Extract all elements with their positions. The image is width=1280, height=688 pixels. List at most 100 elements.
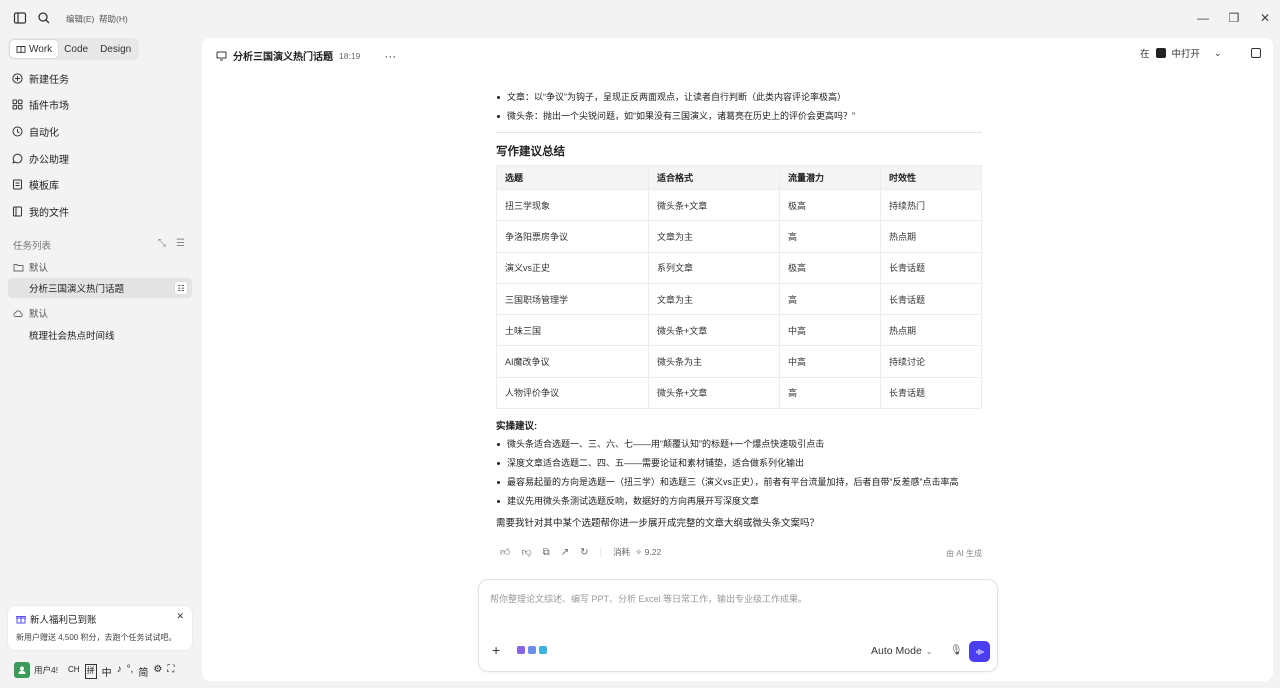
- copy-icon[interactable]: ⧉: [543, 547, 550, 558]
- thumbs-down-icon[interactable]: 👎︎: [521, 546, 531, 558]
- table-header-row: 选题 适合格式 流量潜力 时效性: [496, 165, 982, 190]
- ime-item[interactable]: ⚙: [153, 664, 162, 679]
- waveform-icon: [975, 648, 984, 655]
- title-bar: 编辑(E) 帮助(H) — ❐ ✕: [0, 0, 1280, 36]
- grid-icon: [12, 99, 23, 109]
- ime-item[interactable]: 拼: [84, 664, 97, 679]
- table-cell: 文章为主: [648, 220, 780, 253]
- prompt-input[interactable]: 帮你整理论文综述、编写 PPT、分析 Excel 等日常工作，输出专业级工作成果…: [490, 592, 807, 605]
- table-cell: 微头条+文章: [648, 314, 780, 347]
- table-cell: 极高: [779, 251, 881, 284]
- image-tool-icon[interactable]: [528, 646, 536, 654]
- minimize-button[interactable]: —: [1195, 10, 1211, 26]
- side-panel-toggle-icon[interactable]: [1251, 48, 1261, 58]
- template-icon: [13, 179, 22, 189]
- gift-icon: [16, 616, 26, 624]
- add-attachment-button[interactable]: +: [492, 642, 500, 658]
- message-actions: 👍︎ 👎︎ ⧉ ↗ ↻ | 消耗 ✧ 9.22: [500, 546, 662, 559]
- nav-new-task[interactable]: 新建任务: [12, 68, 69, 88]
- menu-edit[interactable]: 编辑(E): [66, 13, 94, 25]
- nav-template-library[interactable]: 模板库: [12, 174, 59, 194]
- nav-label: 我的文件: [29, 207, 69, 219]
- restore-button[interactable]: ❐: [1226, 10, 1242, 26]
- tab-code-label: Code: [64, 43, 89, 55]
- closing-question: 需要我针对其中某个选题帮你进一步展开成完整的文章大纲或微头条文案吗？: [496, 518, 820, 530]
- divider: |: [599, 546, 603, 558]
- table-cell: 中高: [779, 314, 881, 347]
- more-icon[interactable]: ···: [384, 49, 396, 63]
- voice-send-button[interactable]: [969, 641, 990, 662]
- tool-chips[interactable]: [517, 646, 547, 654]
- mode-select[interactable]: Auto Mode ⌄: [871, 645, 933, 657]
- list-item: 微头条适合选题一、三、六、七——用“颠覆认知”的标题+一个爆点快速吸引点击: [496, 437, 982, 456]
- close-icon[interactable]: ✕: [176, 611, 184, 622]
- close-window-button[interactable]: ✕: [1257, 10, 1273, 26]
- folder-icon: [13, 206, 22, 216]
- ime-item[interactable]: 简: [138, 664, 148, 679]
- collapse-icon[interactable]: ⤡: [158, 238, 166, 249]
- ai-generated-label: 由 AI 生成: [946, 549, 983, 558]
- table-cell: 微头条+文章: [648, 188, 780, 222]
- video-tool-icon[interactable]: [517, 646, 525, 654]
- table-cell: 文章为主: [648, 282, 780, 316]
- chat-icon: [12, 153, 23, 164]
- user-name: 用户4!: [34, 665, 59, 675]
- table-row: 三国职场管理学 文章为主 高 长青话题: [496, 282, 982, 316]
- bird-tool-icon[interactable]: [539, 646, 547, 654]
- sidebar-toggle-icon[interactable]: [13, 11, 27, 25]
- table-cell: 演义vs正史: [496, 251, 649, 284]
- nav-plugin-market[interactable]: 插件市场: [12, 94, 69, 114]
- nav-office-assistant[interactable]: 办公助理: [12, 148, 69, 168]
- task-outline-icon[interactable]: ☷: [174, 281, 188, 295]
- thumbs-up-icon[interactable]: 👍︎: [500, 546, 510, 558]
- task-label: 分析三国演义热门话题: [29, 284, 125, 295]
- ime-item[interactable]: ♪: [117, 664, 122, 679]
- microphone-icon[interactable]: 🎙︎: [950, 645, 963, 656]
- table-cell: AI魔改争议: [496, 345, 649, 378]
- list-item: 文章：以“争议”为钩子，呈现正反两面观点，让读者自行判断（此类内容评论率极高）: [496, 90, 982, 109]
- message-content: 文章：以“争议”为钩子，呈现正反两面观点，让读者自行判断（此类内容评论率极高） …: [496, 90, 982, 529]
- share-icon[interactable]: ↗: [561, 547, 569, 558]
- ime-item[interactable]: CH: [68, 665, 80, 679]
- credits-value: ✧ 9.22: [635, 546, 662, 557]
- plus-circle-icon: [12, 72, 23, 84]
- table-row: AI魔改争议 微头条为主 中高 持续讨论: [496, 345, 982, 378]
- ime-item[interactable]: °,: [127, 664, 134, 679]
- tab-work[interactable]: Work: [10, 40, 59, 58]
- page-title: 分析三国演义热门话题: [233, 52, 333, 63]
- task-label: 梳理社会热点时间线: [29, 331, 115, 342]
- table-header: 流量潜力: [779, 165, 881, 190]
- list-item: 微头条：抛出一个尖锐问题，如“如果没有三国演义，诸葛亮在历史上的评价会更高吗？”: [496, 109, 982, 128]
- menu-help[interactable]: 帮助(H): [99, 13, 128, 25]
- conversation-time: 18:19: [339, 50, 361, 61]
- open-prefix: 在: [1140, 49, 1150, 60]
- task-list-label: 任务列表: [13, 241, 52, 252]
- conversation-header: 分析三国演义热门话题 18:19 ···: [216, 48, 396, 63]
- chevron-down-icon: ⌄: [1214, 47, 1222, 58]
- open-in-button[interactable]: 在 中打开 ⌄: [1140, 46, 1222, 61]
- table-cell: 高: [779, 220, 881, 253]
- ime-item[interactable]: 中: [102, 664, 112, 679]
- task-group-default-cloud[interactable]: 默认: [13, 306, 48, 320]
- table-cell: 长青话题: [880, 282, 982, 316]
- nav-label: 插件市场: [29, 100, 69, 112]
- task-group-default[interactable]: 默认: [13, 260, 48, 274]
- nav-automation[interactable]: 自动化: [12, 121, 59, 141]
- list-item: 建议先用微头条测试选题反响，数据好的方向再展开写深度文章: [496, 494, 982, 513]
- regenerate-icon[interactable]: ↻: [580, 547, 588, 558]
- tab-design[interactable]: Design: [94, 40, 137, 58]
- search-icon[interactable]: [37, 11, 51, 25]
- ime-item[interactable]: ⛶: [167, 664, 174, 679]
- user-icon: [18, 666, 26, 674]
- consumed-label: 消耗: [613, 547, 631, 557]
- composer[interactable]: 帮你整理论文综述、编写 PPT、分析 Excel 等日常工作，输出专业级工作成果…: [478, 579, 998, 672]
- tab-code[interactable]: Code: [58, 40, 94, 58]
- user-bar[interactable]: 用户4!: [14, 662, 58, 678]
- nav-my-files[interactable]: 我的文件: [12, 201, 69, 221]
- filter-icon[interactable]: ☰: [176, 238, 185, 249]
- subheading: 实操建议:: [496, 421, 538, 433]
- task-item[interactable]: 梳理社会热点时间线: [8, 325, 192, 345]
- task-item-active[interactable]: 分析三国演义热门话题 ☷: [8, 278, 192, 298]
- table-row: 土味三国 微头条+文章 中高 热点期: [496, 314, 982, 347]
- nav-label: 新建任务: [29, 74, 69, 86]
